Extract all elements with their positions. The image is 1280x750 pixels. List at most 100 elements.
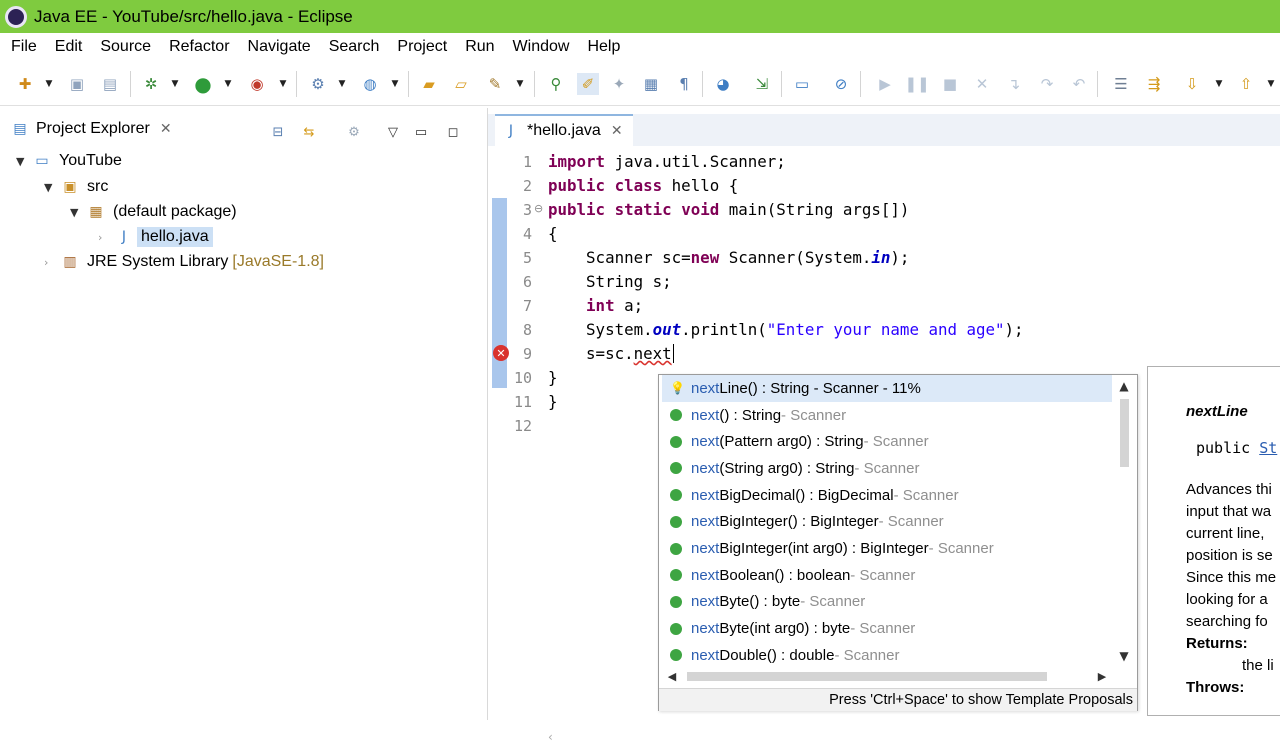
proposal-item[interactable]: next Byte(int arg0) : byte - Scanner [662, 615, 1112, 642]
code-line[interactable]: } [548, 390, 558, 414]
filter-icon[interactable]: ⚙ [344, 122, 364, 142]
mark-occurrences-icon[interactable]: ✐ [577, 73, 599, 95]
code-line[interactable]: s=sc.next [548, 342, 674, 366]
scroll-right-icon[interactable]: ▶ [1093, 667, 1111, 685]
console-icon[interactable]: ▭ [791, 73, 813, 95]
menu-help[interactable]: Help [578, 33, 629, 61]
scroll-up-icon[interactable]: ▲ [1115, 377, 1133, 395]
debug-icon[interactable]: ✲ [140, 73, 162, 95]
menu-project[interactable]: Project [388, 33, 456, 61]
paragraph-icon[interactable]: ¶ [673, 73, 695, 95]
tree-item-file[interactable]: › J hello.java [98, 225, 213, 249]
menu-edit[interactable]: Edit [46, 33, 92, 61]
code-line[interactable]: System.out.println("Enter your name and … [548, 318, 1024, 342]
collapsed-arrow-icon[interactable]: › [44, 256, 60, 269]
code-line[interactable]: } [548, 366, 558, 390]
new-server-icon[interactable]: ⚙ [307, 73, 329, 95]
code-line[interactable]: { [548, 222, 558, 246]
editor-scroll-left-icon[interactable]: ‹ [548, 730, 668, 750]
menu-navigate[interactable]: Navigate [239, 33, 320, 61]
run-dropdown-icon[interactable]: ▼ [223, 73, 233, 95]
menu-search[interactable]: Search [320, 33, 389, 61]
close-icon[interactable]: ✕ [160, 121, 172, 137]
proposal-signature: (Pattern arg0) : String [719, 433, 864, 451]
block-select-icon[interactable]: ✦ [608, 73, 630, 95]
proposal-item[interactable]: next BigInteger(int arg0) : BigInteger - … [662, 535, 1112, 562]
save-icon[interactable]: ▣ [66, 73, 88, 95]
class-dropdown-icon[interactable]: ▼ [390, 73, 400, 95]
expanded-arrow-icon[interactable]: ▼ [44, 181, 60, 194]
menu-window[interactable]: Window [504, 33, 579, 61]
next-annotation-icon[interactable]: ⇲ [751, 73, 773, 95]
expanded-arrow-icon[interactable]: ▼ [16, 155, 32, 168]
proposal-vertical-scrollbar[interactable]: ▲ ▼ [1115, 377, 1133, 667]
menu-source[interactable]: Source [91, 33, 160, 61]
scroll-left-icon[interactable]: ◀ [663, 667, 681, 685]
code-line[interactable]: int a; [548, 294, 643, 318]
tab-hello-java[interactable]: J *hello.java ✕ [495, 114, 633, 146]
save-all-icon[interactable]: ▤ [99, 73, 121, 95]
run-icon[interactable]: ● [192, 72, 214, 96]
debug-dropdown-icon[interactable]: ▼ [170, 73, 180, 95]
proposal-item[interactable]: next (String arg0) : String - Scanner [662, 455, 1112, 482]
open-folder-icon[interactable]: ▱ [450, 73, 472, 95]
prev-annotation-nav-icon[interactable]: ⇧ [1235, 73, 1257, 95]
line-number: 7 [522, 297, 532, 315]
server-dropdown-icon[interactable]: ▼ [337, 73, 347, 95]
code-line[interactable]: public class hello { [548, 174, 738, 198]
menu-file[interactable]: File [2, 33, 46, 61]
tree-item-project[interactable]: ▼ ▭ YouTube [16, 149, 122, 173]
view-menu-icon[interactable]: ▽ [383, 122, 403, 142]
tab-project-explorer[interactable]: ▤ Project Explorer ✕ [10, 114, 172, 144]
close-icon[interactable]: ✕ [611, 123, 623, 139]
show-whitespace-icon[interactable]: ▦ [640, 73, 662, 95]
minimize-icon[interactable]: ▭ [411, 122, 431, 142]
proposal-item-selected[interactable]: 💡 next Line() : String - Scanner - 11% [662, 375, 1112, 402]
run-external-icon[interactable]: ◉ [246, 73, 268, 95]
annotation-icon[interactable]: ⚲ [545, 73, 567, 95]
tree-item-src[interactable]: ▼ ▣ src [44, 175, 108, 199]
proposal-item[interactable]: next Boolean() : boolean - Scanner [662, 562, 1112, 589]
scroll-down-icon[interactable]: ▼ [1115, 647, 1133, 665]
proposal-item[interactable]: next Double() : double - Scanner [662, 642, 1112, 667]
nav-dropdown-2-icon[interactable]: ▼ [1266, 73, 1276, 95]
collapse-all-icon[interactable]: ⊟ [268, 122, 288, 142]
search-dropdown-icon[interactable]: ▼ [515, 73, 525, 95]
scroll-thumb[interactable] [687, 672, 1047, 681]
skip-breakpoints-icon[interactable]: ⊘ [830, 73, 852, 95]
proposal-item[interactable]: next Byte() : byte - Scanner [662, 589, 1112, 616]
proposal-item[interactable]: next() : String - Scanner [662, 402, 1112, 429]
tree-item-jre[interactable]: › ▥ JRE System Library [JavaSE-1.8] [44, 250, 324, 274]
proposal-item[interactable]: next (Pattern arg0) : String - Scanner [662, 428, 1112, 455]
javadoc-sig-type[interactable]: St [1259, 439, 1277, 457]
use-step-filters-icon[interactable]: ☰ [1110, 73, 1132, 95]
fold-icon[interactable]: ⊖ [534, 202, 543, 215]
menu-refactor[interactable]: Refactor [160, 33, 238, 61]
search-tool-icon[interactable]: ✎ [484, 73, 506, 95]
new-class-icon[interactable]: ◍ [359, 73, 381, 95]
collapsed-arrow-icon[interactable]: › [98, 231, 114, 244]
external-dropdown-icon[interactable]: ▼ [278, 73, 288, 95]
project-explorer-view: ▤ Project Explorer ✕ ⊟ ⇆ ⚙ ▽ ▭ ◻ ▼ ▭ You… [0, 108, 480, 720]
nav-dropdown-icon[interactable]: ▼ [1214, 73, 1224, 95]
expanded-arrow-icon[interactable]: ▼ [70, 206, 86, 219]
new-dropdown-icon[interactable]: ▼ [44, 73, 54, 95]
proposal-item[interactable]: next BigDecimal() : BigDecimal - Scanner [662, 482, 1112, 509]
error-marker-icon[interactable]: ✕ [493, 345, 509, 361]
code-line[interactable]: public static void main(String args[]) [548, 198, 909, 222]
menu-run[interactable]: Run [456, 33, 503, 61]
scroll-thumb[interactable] [1120, 399, 1129, 467]
next-edit-icon[interactable]: ⇶ [1143, 73, 1165, 95]
maximize-icon[interactable]: ◻ [443, 122, 463, 142]
code-line[interactable]: Scanner sc=new Scanner(System.in); [548, 246, 909, 270]
next-annotation-nav-icon[interactable]: ⇩ [1181, 73, 1203, 95]
proposal-item[interactable]: next BigInteger() : BigInteger - Scanner [662, 509, 1112, 536]
new-icon[interactable]: ✚ [14, 73, 36, 95]
open-type-icon[interactable]: ▰ [418, 73, 440, 95]
proposal-horizontal-scrollbar[interactable]: ◀ ▶ [663, 667, 1113, 685]
tree-item-package[interactable]: ▼ ▦ (default package) [70, 200, 237, 224]
link-with-editor-icon[interactable]: ⇆ [299, 122, 319, 142]
code-line[interactable]: String s; [548, 270, 672, 294]
globe-icon[interactable]: ◕ [712, 73, 734, 95]
code-line[interactable]: import java.util.Scanner; [548, 150, 786, 174]
